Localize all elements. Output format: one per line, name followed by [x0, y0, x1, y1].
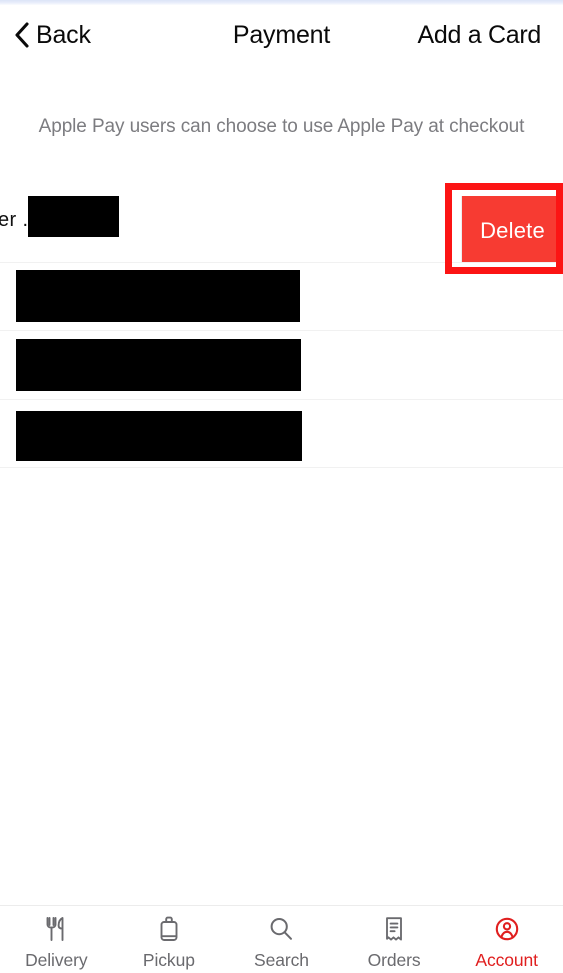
tab-search[interactable]: Search	[225, 906, 338, 973]
bottom-tab-bar: Delivery Pickup Search Orders Account	[0, 905, 563, 973]
shopping-bag-icon	[154, 914, 184, 944]
tab-orders[interactable]: Orders	[338, 906, 451, 973]
tab-search-label: Search	[254, 950, 309, 970]
empty-list-area	[0, 469, 563, 905]
redaction-block	[16, 339, 301, 391]
delete-button[interactable]: Delete	[462, 196, 563, 262]
app-screen: Back Payment Add a Card Apple Pay users …	[0, 0, 563, 973]
payment-methods-list: er .. Delete	[0, 183, 563, 468]
apple-pay-note: Apple Pay users can choose to use Apple …	[38, 116, 525, 137]
tab-pickup-label: Pickup	[142, 950, 195, 970]
search-icon	[266, 914, 296, 944]
navigation-header: Back Payment Add a Card	[0, 5, 563, 65]
redaction-block	[16, 270, 300, 322]
redaction-block	[28, 196, 119, 237]
delete-button-label: Delete	[480, 218, 545, 243]
receipt-icon	[379, 914, 409, 944]
redaction-block	[16, 411, 302, 461]
fork-knife-icon	[41, 914, 71, 944]
tab-account[interactable]: Account	[450, 906, 563, 973]
tab-orders-label: Orders	[367, 950, 421, 970]
table-row[interactable]	[0, 263, 563, 331]
add-a-card-button[interactable]: Add a Card	[418, 15, 542, 55]
account-circle-icon	[492, 914, 522, 944]
tab-pickup[interactable]: Pickup	[113, 906, 226, 973]
tab-delivery-label: Delivery	[25, 950, 88, 970]
tab-account-label: Account	[475, 950, 538, 970]
table-row[interactable]	[0, 400, 563, 468]
table-row[interactable]: er .. Delete	[0, 183, 563, 263]
tab-delivery[interactable]: Delivery	[0, 906, 113, 973]
table-row[interactable]	[0, 331, 563, 400]
